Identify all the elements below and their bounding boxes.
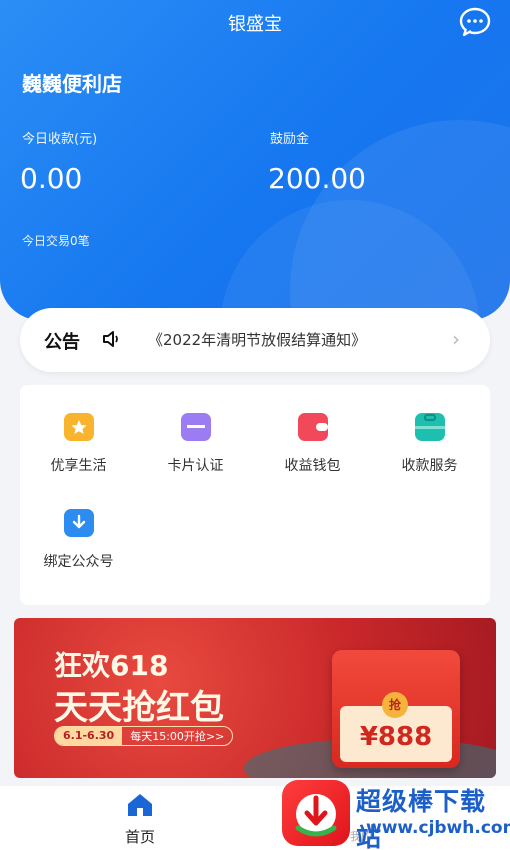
today-income-label: 今日收款(元) (22, 132, 98, 147)
store-name: 巍巍便利店 (22, 72, 122, 96)
watermark: 超级棒下载站 www.cjbwh.com (282, 778, 510, 850)
chevron-right-icon: › (452, 327, 460, 351)
home-icon (128, 794, 152, 816)
app-title: 银盛宝 (228, 14, 282, 35)
header: 银盛宝 巍巍便利店 今日收款(元) 0.00 鼓励金 200.00 今日交易0笔 (0, 0, 510, 320)
service-label: 收款服务 (401, 458, 458, 474)
tab-home[interactable]: 首页 (110, 792, 170, 847)
service-item-payment[interactable]: 收款服务 (371, 413, 488, 475)
tab-home-label: 首页 (124, 828, 155, 846)
service-label: 绑定公众号 (43, 554, 114, 570)
star-icon (63, 413, 94, 441)
download-icon (63, 509, 94, 537)
grab-badge: 抢 (382, 692, 408, 718)
service-item-card-auth[interactable]: 卡片认证 (137, 413, 254, 475)
service-label: 卡片认证 (167, 458, 224, 474)
banner-amount: ¥888 (359, 722, 433, 752)
banner-dates: 6.1-6.30 (55, 727, 123, 745)
today-income-value: 0.00 (20, 162, 83, 195)
banner-line1: 狂欢618 (54, 649, 169, 682)
bonus-label: 鼓励金 (270, 132, 310, 147)
service-item-bind-account[interactable]: 绑定公众号 (20, 509, 137, 571)
message-icon[interactable] (458, 7, 492, 37)
announcement-text: 《2022年清明节放假结算通知》 (148, 331, 367, 349)
announcement-bar[interactable]: 公告 《2022年清明节放假结算通知》 › (20, 308, 490, 372)
service-label: 优享生活 (50, 458, 107, 474)
watermark-title: 超级棒下载站 (356, 787, 487, 850)
red-packet-icon: 抢 ¥888 (332, 650, 460, 768)
briefcase-icon (414, 413, 445, 441)
watermark-logo-icon (282, 780, 350, 846)
watermark-url: www.cjbwh.com (366, 818, 510, 838)
service-label: 收益钱包 (284, 458, 341, 474)
today-trades: 今日交易0笔 (22, 234, 90, 248)
speaker-icon (102, 330, 122, 352)
card-icon (180, 413, 211, 441)
wallet-icon (297, 413, 328, 441)
banner-line2: 天天抢红包 (54, 688, 224, 728)
services-grid: 优享生活 卡片认证 收益钱包 收款服务 绑定公众号 (20, 385, 490, 605)
banner-time: 每天15:00开抢>> (130, 730, 225, 743)
bonus-value[interactable]: 200.00 (268, 162, 366, 195)
service-item-youxiang[interactable]: 优享生活 (20, 413, 137, 475)
banner-time-pill: 6.1-6.30 每天15:00开抢>> (54, 726, 234, 746)
promo-banner[interactable]: 狂欢618 天天抢红包 6.1-6.30 每天15:00开抢>> 抢 ¥888 (14, 618, 496, 778)
service-item-wallet[interactable]: 收益钱包 (254, 413, 371, 475)
announcement-tag: 公告 (44, 332, 80, 353)
